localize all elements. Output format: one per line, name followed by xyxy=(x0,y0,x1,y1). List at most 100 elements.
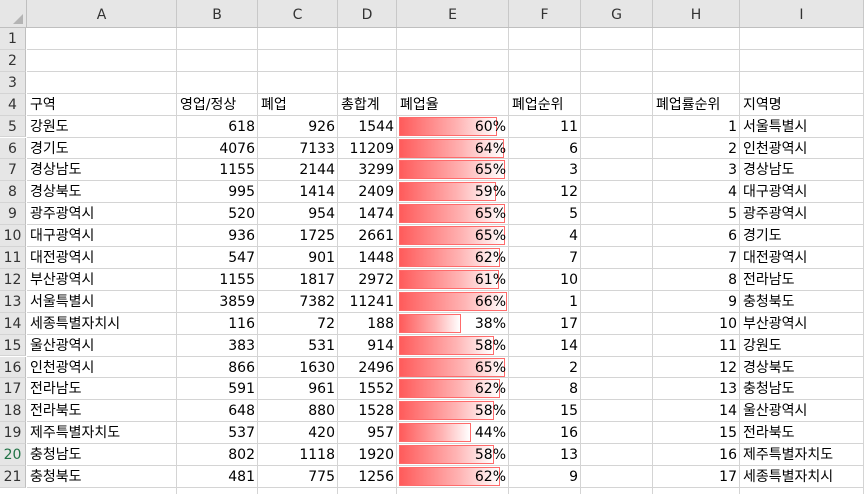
cell-rate-rank[interactable]: 7 xyxy=(653,247,740,268)
cell-district[interactable]: 인천광역시 xyxy=(27,357,177,378)
cell-closed-count[interactable]: 926 xyxy=(258,116,338,137)
cell-district[interactable]: 대전광역시 xyxy=(27,247,177,268)
column-header-f[interactable]: F xyxy=(509,0,581,27)
cell-total-count[interactable]: 2496 xyxy=(338,357,397,378)
row-header-19[interactable]: 19 xyxy=(0,422,26,445)
cell-region-name[interactable]: 경기도 xyxy=(740,225,864,246)
cell-region-name[interactable]: 제주특별자치도 xyxy=(740,444,864,465)
cell-total-count[interactable]: 1474 xyxy=(338,203,397,224)
cell-open-count[interactable]: 802 xyxy=(177,444,258,465)
cell-closed-count[interactable]: 961 xyxy=(258,378,338,399)
cell-open-count[interactable]: 995 xyxy=(177,181,258,202)
cell-rate-rank[interactable]: 2 xyxy=(653,138,740,159)
cell-closed-count[interactable]: 2144 xyxy=(258,159,338,180)
cell-rate-rank[interactable]: 9 xyxy=(653,291,740,312)
cell-closure-rate[interactable]: 66% xyxy=(397,291,506,312)
cell-open-count[interactable]: 648 xyxy=(177,400,258,421)
cell-rate-rank[interactable]: 12 xyxy=(653,357,740,378)
cell-closure-rank[interactable]: 4 xyxy=(509,225,581,246)
cell-total-count[interactable]: 1256 xyxy=(338,466,397,487)
cell-closed-count[interactable]: 1414 xyxy=(258,181,338,202)
cell-total-count[interactable]: 957 xyxy=(338,422,397,443)
cell-closure-rate[interactable]: 65% xyxy=(397,203,506,224)
cell-closed-count[interactable]: 531 xyxy=(258,335,338,356)
cell-district[interactable]: 서울특별시 xyxy=(27,291,177,312)
cell-rate-rank[interactable]: 4 xyxy=(653,181,740,202)
cell-closure-rank[interactable]: 11 xyxy=(509,116,581,137)
cell-closure-rate[interactable]: 62% xyxy=(397,466,506,487)
cell-open-count[interactable]: 537 xyxy=(177,422,258,443)
cell-closed-count[interactable]: 775 xyxy=(258,466,338,487)
cell-district[interactable]: 충청북도 xyxy=(27,466,177,487)
cell-open-count[interactable]: 3859 xyxy=(177,291,258,312)
cell-closure-rate[interactable]: 62% xyxy=(397,247,506,268)
column-header-d[interactable]: D xyxy=(338,0,397,27)
row-header-16[interactable]: 16 xyxy=(0,356,26,379)
select-all-button[interactable] xyxy=(0,0,27,27)
cell-open-count[interactable]: 866 xyxy=(177,357,258,378)
row-header-5[interactable]: 5 xyxy=(0,115,26,138)
row-header-8[interactable]: 8 xyxy=(0,181,26,204)
row-header-9[interactable]: 9 xyxy=(0,203,26,226)
cell-district[interactable]: 세종특별자치시 xyxy=(27,313,177,334)
cell-open-count[interactable]: 547 xyxy=(177,247,258,268)
cell-open-count[interactable]: 520 xyxy=(177,203,258,224)
cell-closed-count[interactable]: 1725 xyxy=(258,225,338,246)
row-header-17[interactable]: 17 xyxy=(0,378,26,401)
column-header-e[interactable]: E xyxy=(397,0,509,27)
cell-rate-rank[interactable]: 17 xyxy=(653,466,740,487)
cell-total-count[interactable]: 1552 xyxy=(338,378,397,399)
row-header-14[interactable]: 14 xyxy=(0,312,26,335)
cell-open-count[interactable]: 936 xyxy=(177,225,258,246)
row-header-21[interactable]: 21 xyxy=(0,466,26,488)
row-header-20[interactable]: 20 xyxy=(0,444,26,466)
column-header-a[interactable]: A xyxy=(27,0,177,27)
column-header-i[interactable]: I xyxy=(740,0,864,27)
cell-region-name[interactable]: 전라남도 xyxy=(740,269,864,290)
cell-region-name[interactable]: 세종특별자치시 xyxy=(740,466,864,487)
cell-closed-count[interactable]: 7133 xyxy=(258,138,338,159)
cell-closed-count[interactable]: 72 xyxy=(258,313,338,334)
cell-closure-rank[interactable]: 7 xyxy=(509,247,581,268)
cell-closure-rank[interactable]: 14 xyxy=(509,335,581,356)
cell-total-count[interactable]: 1920 xyxy=(338,444,397,465)
header-rate-rank[interactable]: 폐업률순위 xyxy=(653,94,740,115)
row-header-7[interactable]: 7 xyxy=(0,159,26,182)
cell-closed-count[interactable]: 954 xyxy=(258,203,338,224)
row-header-15[interactable]: 15 xyxy=(0,334,26,357)
cell-total-count[interactable]: 3299 xyxy=(338,159,397,180)
header-closure-rank[interactable]: 폐업순위 xyxy=(509,94,581,115)
cell-region-name[interactable]: 대전광역시 xyxy=(740,247,864,268)
row-header-6[interactable]: 6 xyxy=(0,137,26,160)
cell-closed-count[interactable]: 880 xyxy=(258,400,338,421)
cell-open-count[interactable]: 618 xyxy=(177,116,258,137)
header-region-name[interactable]: 지역명 xyxy=(740,94,864,115)
header-closed[interactable]: 폐업 xyxy=(258,94,338,115)
cell-region-name[interactable]: 광주광역시 xyxy=(740,203,864,224)
cell-region-name[interactable]: 강원도 xyxy=(740,335,864,356)
row-header-1[interactable]: 1 xyxy=(0,28,26,50)
cell-region-name[interactable]: 울산광역시 xyxy=(740,400,864,421)
cell-closure-rank[interactable]: 5 xyxy=(509,203,581,224)
cell-open-count[interactable]: 1155 xyxy=(177,269,258,290)
cell-closure-rate[interactable]: 65% xyxy=(397,225,506,246)
cell-district[interactable]: 강원도 xyxy=(27,116,177,137)
cell-rate-rank[interactable]: 1 xyxy=(653,116,740,137)
cell-closure-rank[interactable]: 12 xyxy=(509,181,581,202)
cell-closure-rank[interactable]: 1 xyxy=(509,291,581,312)
row-header-10[interactable]: 10 xyxy=(0,225,26,247)
cell-closure-rank[interactable]: 8 xyxy=(509,378,581,399)
cell-region-name[interactable]: 충청북도 xyxy=(740,291,864,312)
cell-district[interactable]: 충청남도 xyxy=(27,444,177,465)
cell-closure-rate[interactable]: 58% xyxy=(397,335,506,356)
cell-rate-rank[interactable]: 5 xyxy=(653,203,740,224)
cell-closure-rate[interactable]: 64% xyxy=(397,138,506,159)
cell-region-name[interactable]: 경상남도 xyxy=(740,159,864,180)
cell-total-count[interactable]: 2661 xyxy=(338,225,397,246)
cell-open-count[interactable]: 1155 xyxy=(177,159,258,180)
row-header-3[interactable]: 3 xyxy=(0,71,26,94)
cell-rate-rank[interactable]: 6 xyxy=(653,225,740,246)
cell-rate-rank[interactable]: 10 xyxy=(653,313,740,334)
row-header-11[interactable]: 11 xyxy=(0,247,26,269)
cell-region-name[interactable]: 전라북도 xyxy=(740,422,864,443)
